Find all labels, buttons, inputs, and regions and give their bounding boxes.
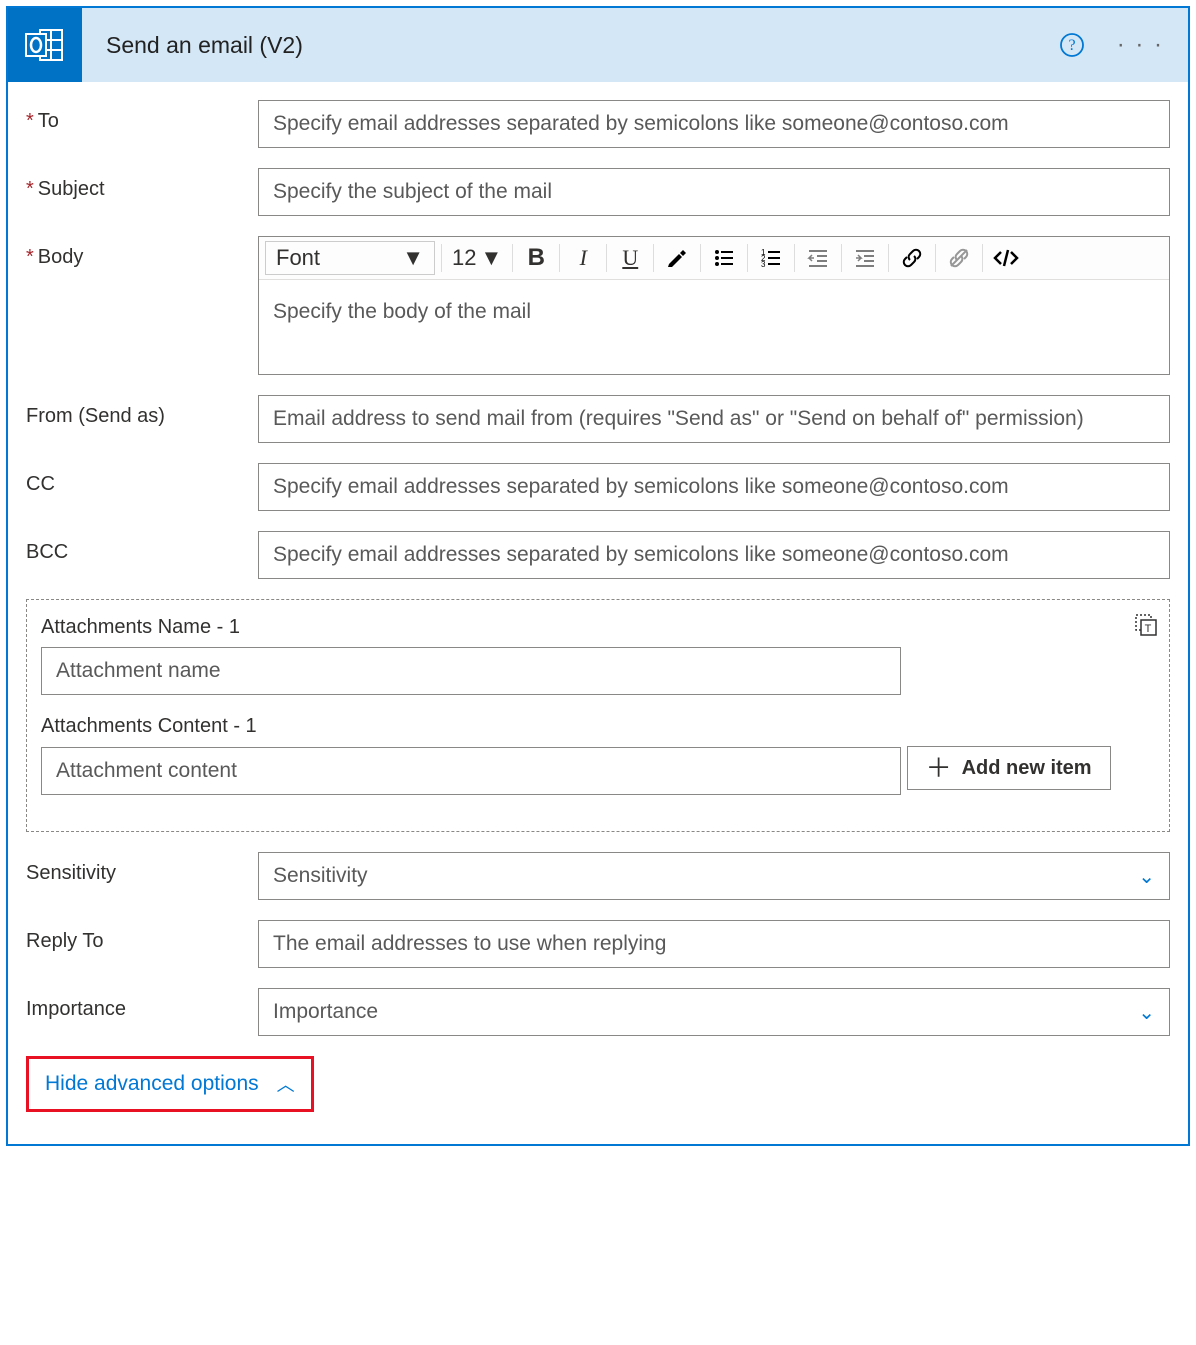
- caret-down-icon: ▼: [402, 245, 424, 271]
- caret-down-icon: ▼: [480, 245, 502, 271]
- row-subject: Subject: [26, 168, 1170, 216]
- from-input[interactable]: [258, 395, 1170, 443]
- header-actions: ? · · ·: [1059, 31, 1188, 59]
- chevron-up-icon: ︿: [277, 1071, 295, 1097]
- indent-button[interactable]: [848, 241, 882, 275]
- numbered-list-button[interactable]: 123: [754, 241, 788, 275]
- label-bcc: BCC: [26, 531, 258, 564]
- label-replyto: Reply To: [26, 920, 258, 953]
- font-size-label: 12: [452, 245, 476, 271]
- send-email-card: Send an email (V2) ? · · · To Subject: [6, 6, 1190, 1146]
- help-button[interactable]: ?: [1059, 32, 1085, 58]
- label-to: To: [26, 100, 258, 133]
- to-input[interactable]: [258, 100, 1170, 148]
- svg-text:T: T: [1145, 623, 1152, 635]
- highlight-button[interactable]: [660, 241, 694, 275]
- outlook-icon: [8, 8, 82, 82]
- sensitivity-placeholder: Sensitivity: [273, 864, 368, 888]
- font-size-dropdown[interactable]: 12 ▼: [448, 241, 506, 275]
- add-new-item-button[interactable]: ＋ Add new item: [907, 746, 1111, 790]
- chevron-down-icon: ⌄: [1138, 1000, 1155, 1025]
- array-mode-button[interactable]: T: [1135, 614, 1157, 636]
- label-sensitivity: Sensitivity: [26, 852, 258, 885]
- hide-advanced-options-button[interactable]: Hide advanced options ︿: [26, 1056, 314, 1112]
- row-sensitivity: Sensitivity Sensitivity ⌄: [26, 852, 1170, 900]
- replyto-input[interactable]: [258, 920, 1170, 968]
- label-cc: CC: [26, 463, 258, 496]
- bold-button[interactable]: B: [519, 241, 553, 275]
- importance-placeholder: Importance: [273, 1000, 378, 1024]
- row-to: To: [26, 100, 1170, 148]
- label-from: From (Send as): [26, 395, 258, 428]
- italic-button[interactable]: I: [566, 241, 600, 275]
- unlink-button[interactable]: [942, 241, 976, 275]
- attachments-section: T Attachments Name - 1 Attachments Conte…: [26, 599, 1170, 832]
- underline-button[interactable]: U: [613, 241, 647, 275]
- svg-text:3: 3: [761, 260, 766, 269]
- attachment-content-input[interactable]: [41, 747, 901, 795]
- attachment-name-input[interactable]: [41, 647, 901, 695]
- label-body: Body: [26, 236, 258, 269]
- outdent-button[interactable]: [801, 241, 835, 275]
- subject-input[interactable]: [258, 168, 1170, 216]
- add-item-label: Add new item: [962, 757, 1092, 780]
- bcc-input[interactable]: [258, 531, 1170, 579]
- hide-advanced-label: Hide advanced options: [45, 1072, 259, 1096]
- font-dropdown[interactable]: Font ▼: [265, 241, 435, 275]
- cc-input[interactable]: [258, 463, 1170, 511]
- chevron-down-icon: ⌄: [1138, 864, 1155, 889]
- row-cc: CC: [26, 463, 1170, 511]
- body-rte: Font ▼ 12 ▼ B I U: [258, 236, 1170, 375]
- form-body: To Subject Body Font ▼: [8, 82, 1188, 1144]
- bullet-list-button[interactable]: [707, 241, 741, 275]
- attachment-content-label: Attachments Content - 1: [41, 715, 1155, 738]
- code-view-button[interactable]: [989, 241, 1023, 275]
- body-input[interactable]: Specify the body of the mail: [259, 280, 1169, 374]
- plus-icon: ＋: [926, 755, 952, 781]
- row-replyto: Reply To: [26, 920, 1170, 968]
- attachment-name-label: Attachments Name - 1: [41, 616, 1155, 639]
- row-body: Body Font ▼ 12 ▼ B: [26, 236, 1170, 375]
- card-title: Send an email (V2): [82, 32, 1059, 59]
- label-importance: Importance: [26, 988, 258, 1021]
- row-bcc: BCC: [26, 531, 1170, 579]
- sensitivity-select[interactable]: Sensitivity ⌄: [258, 852, 1170, 900]
- font-label: Font: [276, 245, 320, 271]
- more-menu-button[interactable]: · · ·: [1117, 31, 1164, 59]
- link-button[interactable]: [895, 241, 929, 275]
- row-from: From (Send as): [26, 395, 1170, 443]
- rte-toolbar: Font ▼ 12 ▼ B I U: [259, 237, 1169, 280]
- svg-text:?: ?: [1068, 37, 1075, 54]
- row-importance: Importance Importance ⌄: [26, 988, 1170, 1036]
- label-subject: Subject: [26, 168, 258, 201]
- importance-select[interactable]: Importance ⌄: [258, 988, 1170, 1036]
- card-header: Send an email (V2) ? · · ·: [8, 8, 1188, 82]
